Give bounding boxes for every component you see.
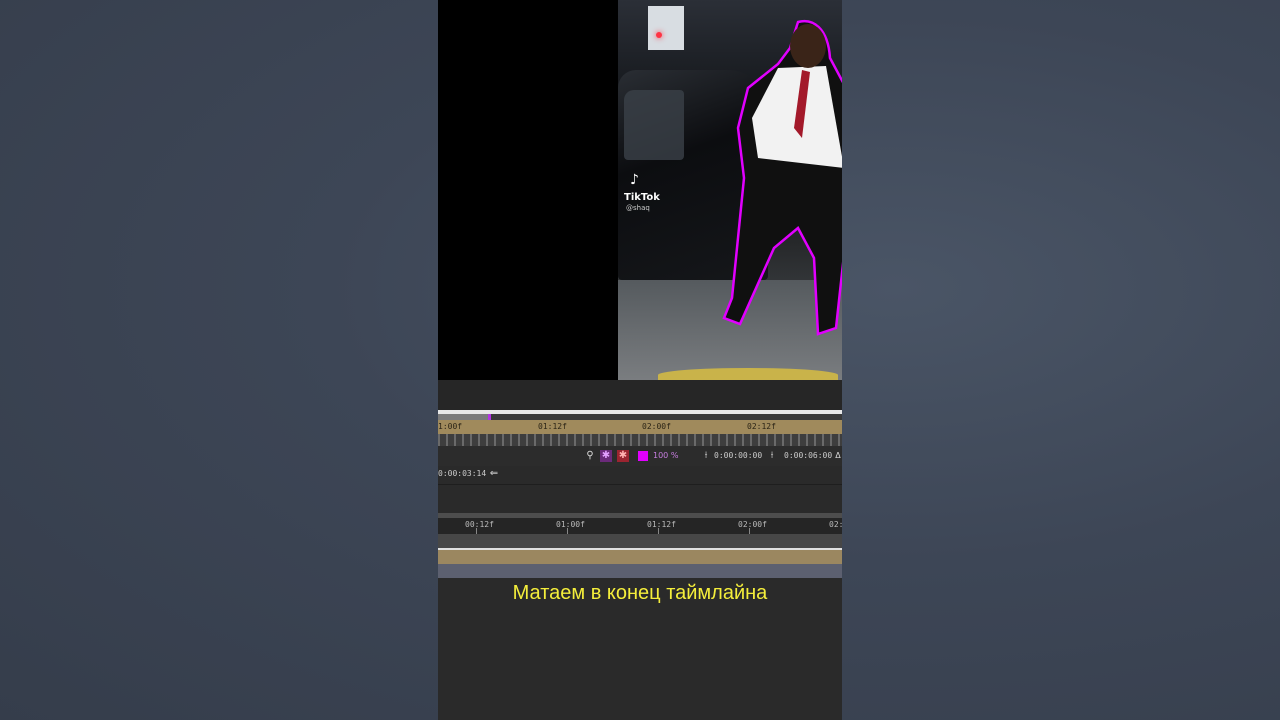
- layer-time-ruler[interactable]: 1:00f 01:12f 02:00f 02:12f: [438, 420, 842, 434]
- ruler-tick-label: 02:00f: [738, 520, 767, 529]
- keyframe-strip[interactable]: [438, 434, 842, 446]
- ruler-tick-label: 01:12f: [538, 422, 567, 431]
- delta-icon: Δ: [835, 451, 841, 460]
- timeline-header: 0:00:03:14 ⇐: [438, 466, 842, 485]
- yellow-curb: [658, 368, 838, 380]
- video-frame: ♪ TikTok @shaq 1:00f 01:12f 02:00f 02:12…: [438, 0, 842, 720]
- masked-person: [722, 19, 842, 336]
- ruler-tick-label: 02:12f: [747, 422, 776, 431]
- subtitle-caption: Матаем в конец таймлайна: [512, 582, 768, 604]
- ruler-tick-label: 1:00f: [438, 422, 463, 431]
- in-point-icon: ⟊: [704, 450, 708, 461]
- ruler-tick-label: 01:12f: [647, 520, 676, 529]
- puppet-pin-icon[interactable]: ⚲: [584, 450, 596, 462]
- search-layer-icon[interactable]: ⇐: [488, 468, 500, 480]
- roto-brush-icon[interactable]: ✱: [600, 450, 612, 462]
- timeline-search-area: [438, 485, 842, 513]
- layer-track[interactable]: [438, 564, 842, 578]
- ruler-tick-label: 02:00f: [642, 422, 671, 431]
- composition-viewer[interactable]: ♪ TikTok @shaq: [438, 0, 842, 380]
- timeline-ruler[interactable]: 00:12f 01:00f 01:12f 02:00f 02:: [438, 518, 842, 534]
- ruler-tick-label: 02:: [829, 520, 842, 529]
- overlay-opacity[interactable]: 100 %: [653, 451, 678, 460]
- red-light: [656, 32, 662, 38]
- watermark-brand: TikTok: [624, 192, 660, 203]
- in-time[interactable]: 0:00:00:00: [714, 451, 762, 460]
- out-point-icon: ⟊: [770, 450, 774, 461]
- background-building: [648, 6, 684, 50]
- layer-duration-bar[interactable]: [438, 550, 842, 564]
- tiktok-icon: ♪: [630, 172, 639, 188]
- ruler-tick-label: 00:12f: [465, 520, 494, 529]
- car-window: [624, 90, 684, 160]
- footage-frame: ♪ TikTok @shaq: [618, 0, 842, 380]
- watermark-handle: @shaq: [626, 204, 650, 212]
- layer-track-background: [438, 534, 842, 548]
- ruler-tick-label: 01:00f: [556, 520, 585, 529]
- refine-edge-icon[interactable]: ✱: [617, 450, 629, 462]
- mask-color-swatch[interactable]: [638, 451, 648, 461]
- out-time[interactable]: 0:00:06:00: [784, 451, 832, 460]
- layer-panel-controls: ⚲ ✱ ✱ 100 % ⟊ 0:00:00:00 ⟊ 0:00:06:00 Δ: [438, 446, 842, 466]
- current-time[interactable]: 0:00:03:14: [438, 469, 486, 478]
- viewer-footer: [438, 380, 842, 410]
